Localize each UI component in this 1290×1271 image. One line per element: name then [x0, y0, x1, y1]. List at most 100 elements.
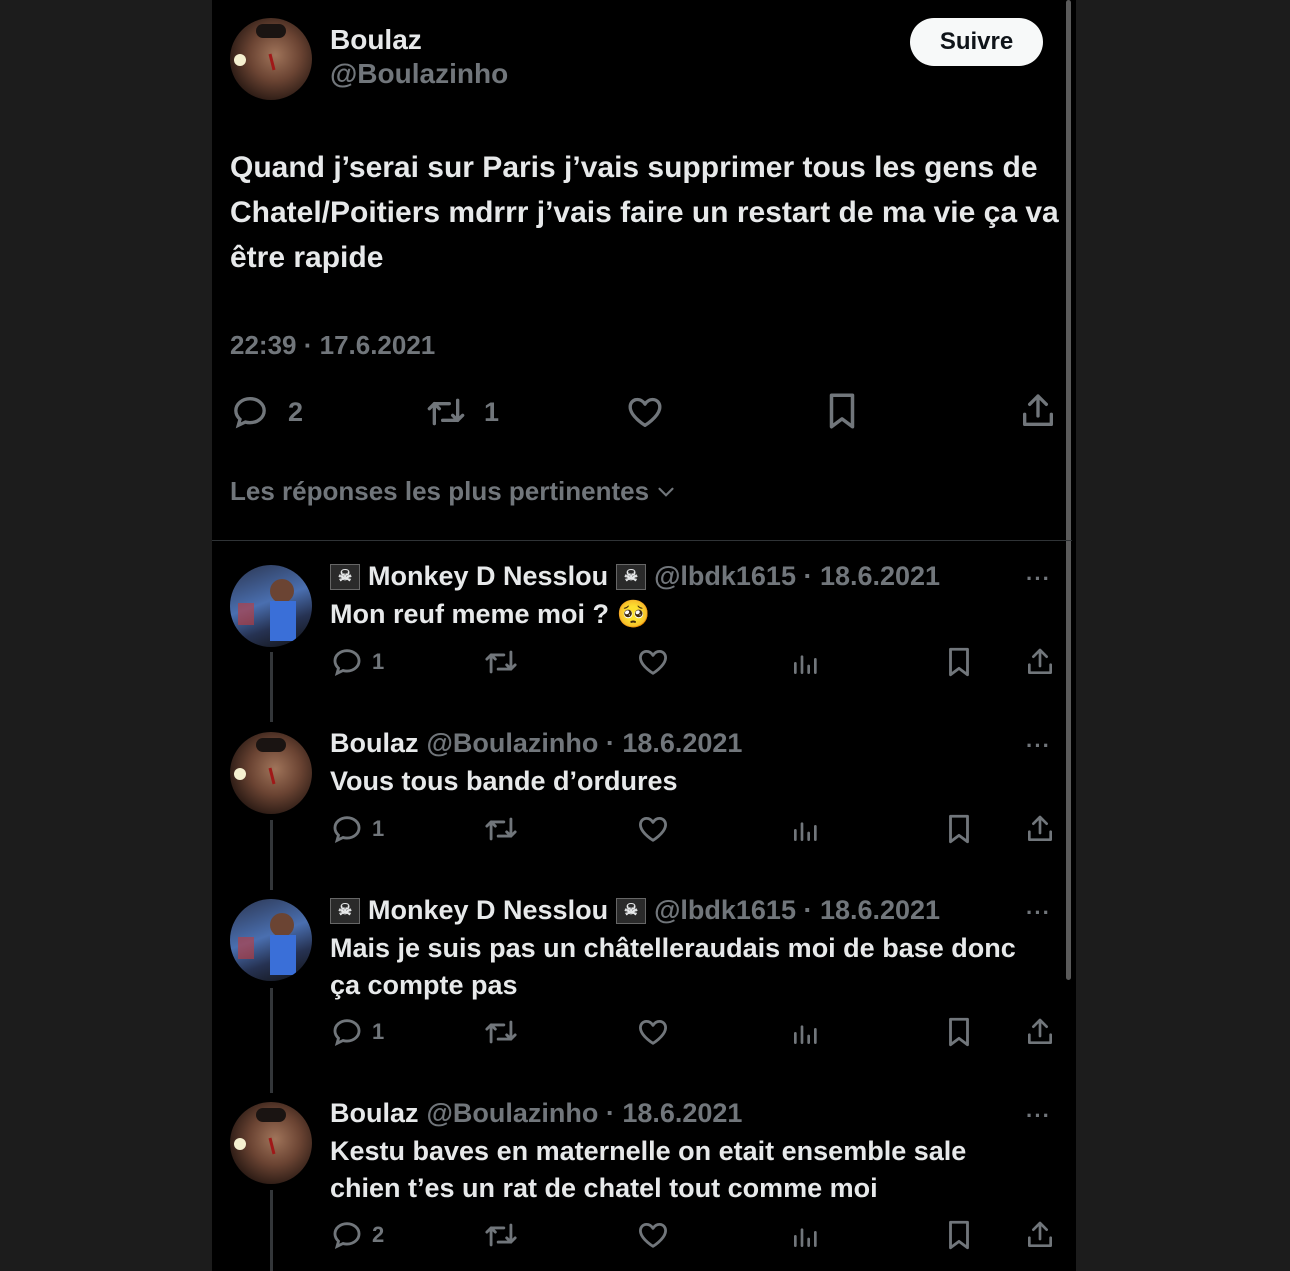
reply-actions: 1 — [330, 812, 1060, 848]
share-button[interactable] — [1024, 812, 1056, 846]
views-chart-icon — [794, 822, 817, 841]
thread-line — [270, 1190, 273, 1271]
reply-actions: 2 — [330, 1218, 1060, 1254]
reply-meta[interactable]: @lbdk1615 · 18.6.2021 — [654, 895, 940, 926]
reply-icon — [333, 1222, 361, 1249]
bookmark-icon — [949, 1017, 969, 1047]
author-avatar[interactable] — [230, 18, 312, 100]
reply-avatar[interactable] — [230, 899, 312, 981]
pirate-flag-icon: ☠ — [616, 563, 647, 590]
bookmark-icon — [949, 647, 969, 677]
like-button[interactable] — [636, 645, 670, 679]
like-icon — [639, 649, 667, 675]
reply-header: Boulaz @Boulazinho · 18.6.2021 — [330, 1098, 742, 1129]
reply-header: ☠ Monkey D Nesslou ☠ @lbdk1615 · 18.6.20… — [330, 895, 940, 926]
views-button[interactable] — [790, 1218, 822, 1252]
thread-line — [270, 988, 273, 1093]
more-options-icon[interactable]: ··· — [1026, 566, 1051, 592]
share-button[interactable] — [1024, 645, 1056, 679]
reply-avatar[interactable] — [230, 1102, 312, 1184]
follow-button[interactable]: Suivre — [910, 18, 1043, 66]
tweet-text: Quand j’serai sur Paris j’vais supprimer… — [230, 151, 1059, 274]
tweet-timestamp[interactable]: 22:39 · 17.6.2021 — [230, 330, 435, 361]
pirate-flag-icon: ☠ — [616, 897, 647, 924]
share-button[interactable] — [1024, 1015, 1056, 1049]
pirate-flag-icon: ☠ — [330, 897, 360, 924]
reply-text: Mais je suis pas un châtelleraudais moi … — [330, 933, 1016, 1000]
reply-avatar[interactable] — [230, 565, 312, 647]
retweet-button[interactable] — [424, 392, 468, 432]
author-name[interactable]: Boulaz — [330, 24, 422, 56]
views-chart-icon — [794, 1228, 817, 1247]
reply-text: Vous tous bande d’ordures — [330, 766, 678, 796]
reply-icon — [234, 396, 266, 429]
scrollbar[interactable] — [1066, 0, 1071, 980]
reply-meta[interactable]: @Boulazinho · 18.6.2021 — [427, 1098, 743, 1129]
more-options-icon[interactable]: ··· — [1026, 1103, 1051, 1129]
chevron-down-icon — [658, 487, 674, 497]
share-icon — [1028, 1018, 1052, 1044]
reply-button[interactable] — [330, 645, 364, 679]
retweet-icon — [485, 817, 517, 841]
retweet-button[interactable] — [482, 1218, 520, 1252]
divider — [212, 540, 1072, 541]
reply-avatar[interactable] — [230, 732, 312, 814]
views-button[interactable] — [790, 812, 822, 846]
reply-meta[interactable]: @Boulazinho · 18.6.2021 — [427, 728, 743, 759]
views-button[interactable] — [790, 1015, 822, 1049]
pirate-flag-icon: ☠ — [330, 563, 360, 590]
retweet-button[interactable] — [482, 812, 520, 846]
boxer-face-icon — [234, 24, 286, 71]
reply-meta[interactable]: @lbdk1615 · 18.6.2021 — [654, 561, 940, 592]
reply-count: 1 — [372, 816, 385, 841]
share-icon — [1023, 394, 1053, 426]
reply-author-name[interactable]: Monkey D Nesslou — [368, 561, 608, 592]
author-handle[interactable]: @Boulazinho — [330, 58, 508, 90]
reply-text: Mon reuf meme moi ? 🥺 — [330, 599, 651, 629]
reply-count: 2 — [288, 397, 304, 427]
retweet-icon — [427, 398, 465, 426]
reply-button[interactable] — [330, 1218, 364, 1252]
views-button[interactable] — [790, 645, 822, 679]
bookmark-button[interactable] — [824, 390, 860, 432]
boxer-face-icon — [234, 738, 286, 785]
bookmark-button[interactable] — [944, 812, 974, 846]
judo-photo-icon — [238, 579, 296, 641]
views-chart-icon — [794, 655, 817, 674]
reply-icon — [333, 649, 361, 676]
like-icon — [639, 1019, 667, 1045]
like-button[interactable] — [636, 1015, 670, 1049]
bookmark-button[interactable] — [944, 1015, 974, 1049]
judo-photo-icon — [238, 913, 296, 975]
reply-icon — [333, 1019, 361, 1046]
reply-actions: 1 — [330, 645, 1060, 681]
bookmark-button[interactable] — [944, 1218, 974, 1252]
share-button[interactable] — [1024, 1218, 1056, 1252]
like-button[interactable] — [624, 392, 666, 432]
reply-button[interactable] — [330, 812, 364, 846]
reply-header: ☠ Monkey D Nesslou ☠ @lbdk1615 · 18.6.20… — [330, 561, 940, 592]
more-options-icon[interactable]: ··· — [1026, 900, 1051, 926]
reply-actions: 1 — [330, 1015, 1060, 1051]
like-button[interactable] — [636, 812, 670, 846]
reply-button[interactable] — [330, 1015, 364, 1049]
views-chart-icon — [794, 1025, 817, 1044]
like-icon — [639, 816, 667, 842]
reply-header: Boulaz @Boulazinho · 18.6.2021 — [330, 728, 742, 759]
reply-author-name[interactable]: Boulaz — [330, 728, 419, 759]
bookmark-button[interactable] — [944, 645, 974, 679]
share-button[interactable] — [1018, 390, 1058, 432]
replies-sort-selector[interactable]: Les réponses les plus pertinentes — [230, 476, 679, 507]
like-button[interactable] — [636, 1218, 670, 1252]
retweet-button[interactable] — [482, 645, 520, 679]
retweet-button[interactable] — [482, 1015, 520, 1049]
reply-icon — [333, 816, 361, 843]
reply-count: 2 — [372, 1222, 385, 1247]
more-options-icon[interactable]: ··· — [1026, 733, 1051, 759]
share-icon — [1028, 815, 1052, 841]
reply-button[interactable] — [230, 392, 270, 432]
reply-author-name[interactable]: Monkey D Nesslou — [368, 895, 608, 926]
boxer-face-icon — [234, 1108, 286, 1155]
thread-line — [270, 820, 273, 890]
reply-author-name[interactable]: Boulaz — [330, 1098, 419, 1129]
